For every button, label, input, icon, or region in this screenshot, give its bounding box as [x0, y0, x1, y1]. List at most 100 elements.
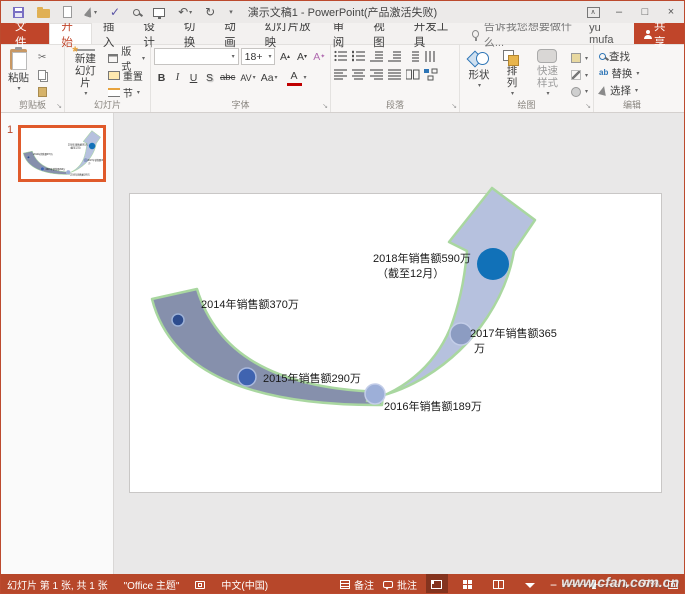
- ribbon-display-options-button[interactable]: ∧: [580, 1, 606, 23]
- share-button[interactable]: 共享: [634, 23, 684, 44]
- theme-name[interactable]: "Office 主题": [124, 577, 180, 592]
- shrink-font-button[interactable]: A▾: [294, 48, 309, 65]
- editing-group-label: 编辑: [594, 98, 670, 111]
- copy-button[interactable]: [36, 67, 49, 82]
- dropdown-caret-icon: ▾: [304, 74, 307, 81]
- maximize-button[interactable]: □: [632, 1, 658, 23]
- account-user-name[interactable]: yu mufa: [589, 23, 634, 44]
- dropdown-caret-icon: ▾: [137, 89, 140, 96]
- decrease-indent-button[interactable]: [370, 50, 384, 63]
- numbering-button[interactable]: [352, 50, 366, 63]
- font-color-button[interactable]: A: [287, 69, 302, 86]
- dialog-launcher-icon[interactable]: ↘: [322, 102, 328, 110]
- align-center-button[interactable]: [352, 68, 366, 81]
- justify-button[interactable]: [388, 68, 402, 81]
- italic-button[interactable]: I: [170, 69, 185, 86]
- tell-me-box[interactable]: 告诉我您想要做什么...: [462, 23, 590, 44]
- reading-view-button[interactable]: [488, 574, 510, 594]
- align-right-button[interactable]: [370, 68, 384, 81]
- reset-button[interactable]: 重置: [106, 68, 147, 83]
- tab-插入[interactable]: 插入: [92, 23, 132, 44]
- language-status[interactable]: 中文(中国): [221, 577, 268, 592]
- font-size-combo[interactable]: 18+▾: [241, 48, 276, 65]
- layout-button[interactable]: 版式▾: [106, 50, 147, 66]
- svg-text:2014年销售额370万: 2014年销售额370万: [33, 152, 54, 156]
- clear-formatting-button[interactable]: A✦: [311, 48, 327, 65]
- new-slide-icon: [75, 49, 95, 51]
- replace-button[interactable]: ab替换▾: [597, 65, 667, 81]
- shape-fill-button[interactable]: ▾: [569, 51, 590, 66]
- tab-设计[interactable]: 设计: [132, 23, 172, 44]
- spellcheck-status-icon[interactable]: [195, 581, 205, 589]
- start-slideshow-icon[interactable]: [153, 8, 165, 17]
- underline-button[interactable]: U: [186, 69, 201, 86]
- slide-sorter-view-button[interactable]: [457, 574, 479, 594]
- font-color-label: A: [291, 71, 298, 82]
- notes-label: 备注: [354, 577, 374, 592]
- shapes-button[interactable]: 形状 ▾: [463, 48, 495, 99]
- clear-formatting-label: A: [313, 51, 320, 63]
- align-left-button[interactable]: [334, 68, 348, 81]
- touch-mode-button[interactable]: ▾: [85, 7, 97, 17]
- new-slide-button[interactable]: 新建 幻灯片 ▾: [68, 48, 103, 99]
- font-name-combo[interactable]: ▾: [154, 48, 239, 65]
- comments-button[interactable]: 批注: [383, 577, 417, 592]
- change-case-button[interactable]: Aa▾: [259, 69, 280, 86]
- slide-canvas[interactable]: [129, 193, 662, 493]
- tab-file[interactable]: 文件: [1, 23, 49, 44]
- customize-qat-icon[interactable]: ▾: [229, 8, 233, 16]
- paste-button[interactable]: 粘贴 ▾: [4, 48, 33, 99]
- notes-icon: [340, 580, 350, 589]
- dropdown-caret-icon: ▾: [268, 53, 271, 60]
- arrange-button[interactable]: 排列 ▾: [498, 48, 526, 99]
- increase-indent-button[interactable]: [388, 50, 402, 63]
- strikethrough-button[interactable]: abc: [218, 69, 237, 86]
- save-icon[interactable]: [13, 7, 24, 18]
- grow-font-button[interactable]: A▴: [277, 48, 292, 65]
- new-document-icon[interactable]: [63, 6, 72, 18]
- dropdown-caret-icon: ▾: [275, 74, 278, 81]
- line-spacing-button[interactable]: [406, 50, 420, 63]
- bold-button[interactable]: B: [154, 69, 169, 86]
- convert-to-smartart-button[interactable]: [424, 68, 438, 81]
- close-button[interactable]: ×: [658, 1, 684, 23]
- print-preview-icon[interactable]: [133, 9, 140, 16]
- columns-button[interactable]: [406, 68, 420, 81]
- minimize-button[interactable]: –: [606, 1, 632, 23]
- tab-视图[interactable]: 视图: [362, 23, 402, 44]
- text-shadow-button[interactable]: S: [202, 69, 217, 86]
- shape-fill-icon: [571, 53, 581, 63]
- proofing-icon[interactable]: ✓: [110, 6, 120, 18]
- character-spacing-button[interactable]: AV▾: [238, 69, 257, 86]
- dialog-launcher-icon[interactable]: ↘: [451, 102, 457, 110]
- redo-icon[interactable]: ↻: [205, 6, 215, 18]
- shape-effects-button[interactable]: ▾: [569, 84, 590, 99]
- select-button[interactable]: 选择▾: [597, 82, 667, 98]
- touch-mode-icon: [84, 6, 95, 18]
- dialog-launcher-icon[interactable]: ↘: [585, 102, 591, 110]
- shape-outline-button[interactable]: ▾: [569, 68, 590, 83]
- tab-切换[interactable]: 切换: [173, 23, 213, 44]
- cut-button[interactable]: ✂: [36, 50, 49, 65]
- dialog-launcher-icon[interactable]: ↘: [56, 102, 62, 110]
- tab-开始[interactable]: 开始: [49, 23, 91, 44]
- tab-审阅[interactable]: 审阅: [322, 23, 362, 44]
- undo-button[interactable]: ↶▾: [178, 6, 192, 18]
- format-painter-button[interactable]: [36, 84, 49, 99]
- slideshow-view-button[interactable]: [519, 574, 541, 594]
- notes-button[interactable]: 备注: [340, 577, 374, 592]
- zoom-out-icon[interactable]: −: [550, 579, 557, 591]
- tab-开发工具[interactable]: 开发工具: [403, 23, 462, 44]
- quick-styles-button[interactable]: 快速样式 ▾: [529, 48, 566, 99]
- bullets-button[interactable]: [334, 50, 348, 63]
- tab-幻灯片放映[interactable]: 幻灯片放映: [254, 23, 322, 44]
- normal-view-icon: [431, 580, 442, 589]
- find-button[interactable]: 查找: [597, 48, 667, 64]
- slide-thumbnail[interactable]: 2014年销售额370万2015年销售额290万2016年销售额189万2017…: [18, 125, 106, 182]
- open-icon[interactable]: [37, 9, 50, 18]
- shape-effects-icon: [571, 87, 581, 97]
- text-direction-button[interactable]: [424, 50, 438, 63]
- paste-label: 粘贴: [8, 72, 29, 84]
- tab-动画[interactable]: 动画: [213, 23, 253, 44]
- normal-view-button[interactable]: [426, 574, 448, 594]
